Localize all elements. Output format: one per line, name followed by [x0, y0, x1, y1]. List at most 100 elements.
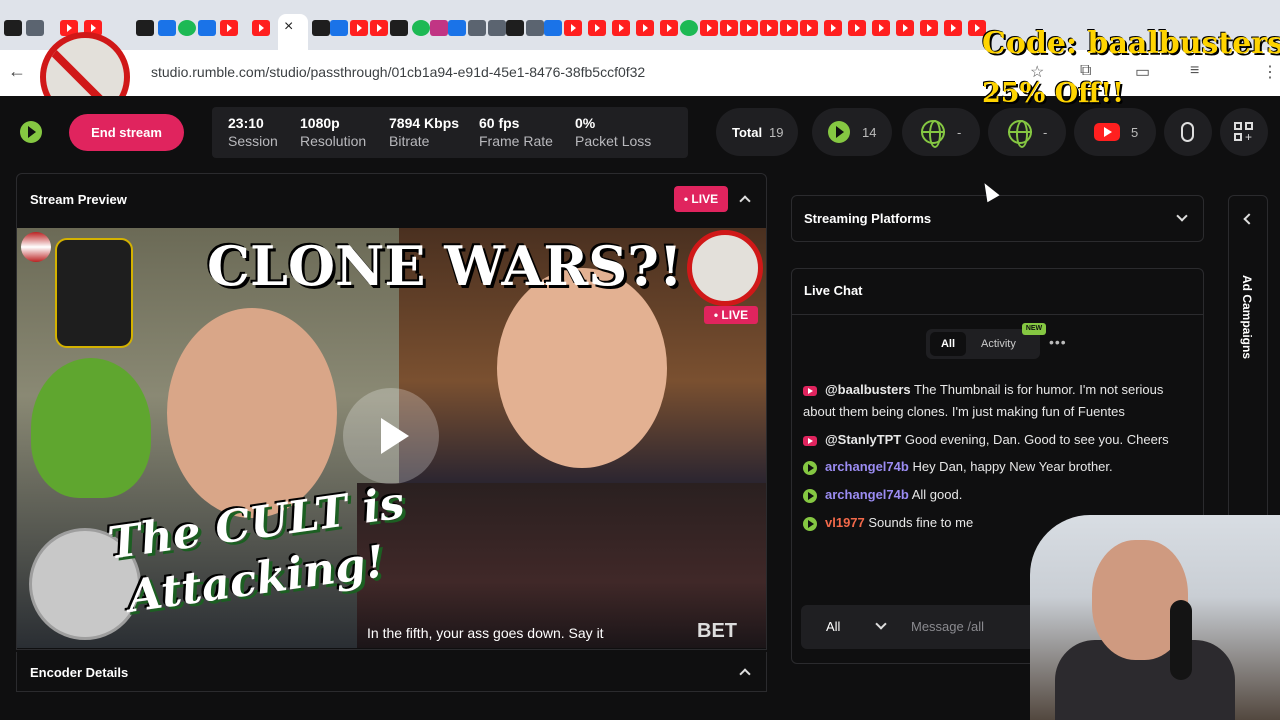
chat-message: archangel74b Hey Dan, happy New Year bro… [803, 456, 1193, 478]
tab-favicon[interactable] [26, 20, 44, 36]
globe-icon [921, 120, 945, 148]
chat-username[interactable]: archangel74b [825, 487, 909, 502]
stat-label: Packet Loss [575, 133, 652, 149]
tab-favicon[interactable] [800, 20, 818, 36]
tab-favicon[interactable] [544, 20, 562, 36]
tab-favicon[interactable] [312, 20, 330, 36]
rumble-viewers-pill[interactable] [812, 108, 892, 156]
tab-favicon[interactable] [4, 20, 22, 36]
tab-favicon[interactable] [252, 20, 270, 36]
stat-bitrate: 7894 Kbps Bitrate [389, 115, 459, 149]
tab-favicon[interactable] [370, 20, 388, 36]
chat-text: Sounds fine to me [868, 515, 974, 530]
tab-favicon[interactable] [506, 20, 524, 36]
lizard-image [31, 358, 151, 498]
end-stream-button[interactable]: End stream [69, 114, 184, 151]
tab-favicon[interactable] [448, 20, 466, 36]
screen-share-icon[interactable]: ▭ [1135, 62, 1150, 82]
tab-favicon[interactable] [780, 20, 798, 36]
tab-favicon[interactable] [526, 20, 544, 36]
stat-value: 0% [575, 115, 596, 131]
tab-favicon[interactable] [136, 20, 154, 36]
microphone-image [1170, 600, 1192, 680]
chat-target-select[interactable]: All [826, 619, 840, 634]
tab-favicon[interactable] [564, 20, 582, 36]
tab-favicon[interactable] [220, 20, 238, 36]
tab-favicon[interactable] [390, 20, 408, 36]
tab-favicon[interactable] [488, 20, 506, 36]
stat-label: Bitrate [389, 133, 430, 149]
chat-username[interactable]: vl1977 [825, 515, 865, 530]
chat-text: Hey Dan, happy New Year brother. [912, 459, 1113, 474]
stat-label: Frame Rate [479, 133, 553, 149]
ad-campaigns-label[interactable]: Ad Campaigns [1240, 252, 1254, 382]
shorts-text: BET [697, 620, 737, 642]
grid-icon [1245, 122, 1253, 130]
rumble-logo-icon[interactable] [20, 121, 42, 143]
tab-favicon[interactable] [920, 20, 938, 36]
mouse-icon [1181, 122, 1194, 142]
tab-favicon[interactable] [158, 20, 176, 36]
tab-favicon[interactable] [720, 20, 738, 36]
stat-label: Session [228, 133, 278, 149]
back-arrow-icon[interactable]: ← [8, 61, 26, 82]
tab-favicon[interactable] [944, 20, 962, 36]
play-triangle-icon [1104, 127, 1112, 137]
tab-favicon[interactable] [660, 20, 678, 36]
video-caption: In the fifth, your ass goes down. Say it [367, 625, 604, 641]
play-icon[interactable] [343, 388, 439, 484]
supplement-bottle-image [55, 238, 133, 348]
plus-icon: + [1245, 130, 1253, 144]
tab-favicon[interactable] [612, 20, 630, 36]
stat-value: 1080p [300, 115, 340, 131]
tab-favicon[interactable] [824, 20, 842, 36]
total-count: 19 [769, 125, 784, 140]
tab-favicon[interactable] [430, 20, 448, 36]
stat-value: 7894 Kbps [389, 115, 460, 131]
tab-favicon[interactable] [588, 20, 606, 36]
rumble-icon [803, 460, 817, 475]
url-field[interactable]: studio.rumble.com/studio/passthrough/01c… [151, 64, 645, 80]
video-preview[interactable]: • LIVE CLONE WARS?! The CULT is Attackin… [17, 228, 766, 648]
chat-username[interactable]: @baalbusters [825, 382, 911, 397]
rumble-count: 14 [862, 125, 877, 140]
grid-icon [1234, 133, 1242, 141]
channel-seal-image [687, 230, 763, 306]
tab-favicon[interactable] [896, 20, 914, 36]
tab-favicon[interactable] [872, 20, 890, 36]
tab-favicon[interactable] [700, 20, 718, 36]
chat-username[interactable]: @StanlyTPT [825, 432, 901, 447]
stat-label: Resolution [300, 133, 367, 149]
tab-favicon[interactable] [412, 20, 430, 36]
tab-all[interactable]: All [930, 332, 966, 356]
stat-value: 60 fps [479, 115, 520, 131]
tab-favicon[interactable] [178, 20, 196, 36]
tab-favicon[interactable] [740, 20, 758, 36]
tab-favicon[interactable] [350, 20, 368, 36]
menu-dots-icon[interactable]: ⋮ [1262, 62, 1278, 82]
tab-favicon[interactable] [848, 20, 866, 36]
close-icon[interactable]: × [284, 18, 293, 36]
chat-username[interactable]: archangel74b [825, 459, 909, 474]
chat-message: @StanlyTPT Good evening, Dan. Good to se… [803, 429, 1193, 451]
stat-session: 23:10 Session [228, 115, 278, 149]
widgets-button[interactable] [1220, 108, 1268, 156]
live-badge: • LIVE [674, 186, 728, 212]
tab-favicon[interactable] [636, 20, 654, 36]
more-options-icon[interactable]: ••• [1049, 334, 1067, 350]
tab-favicon[interactable] [198, 20, 216, 36]
us-flag-icon [21, 232, 51, 262]
media-queue-icon[interactable]: ≡ [1190, 62, 1199, 80]
stat-frame-rate: 60 fps Frame Rate [479, 115, 553, 149]
tab-favicon[interactable] [760, 20, 778, 36]
youtube-count: 5 [1131, 125, 1139, 140]
tab-favicon[interactable] [330, 20, 348, 36]
total-label: Total [732, 125, 763, 140]
youtube-icon [803, 385, 817, 396]
chat-message-input[interactable]: Message /all [911, 619, 984, 634]
tab-favicon[interactable] [680, 20, 698, 36]
rumble-icon [803, 516, 817, 531]
tab-activity[interactable]: Activity [981, 338, 1016, 350]
tab-favicon[interactable] [468, 20, 486, 36]
platform-2-count: - [1043, 125, 1048, 140]
